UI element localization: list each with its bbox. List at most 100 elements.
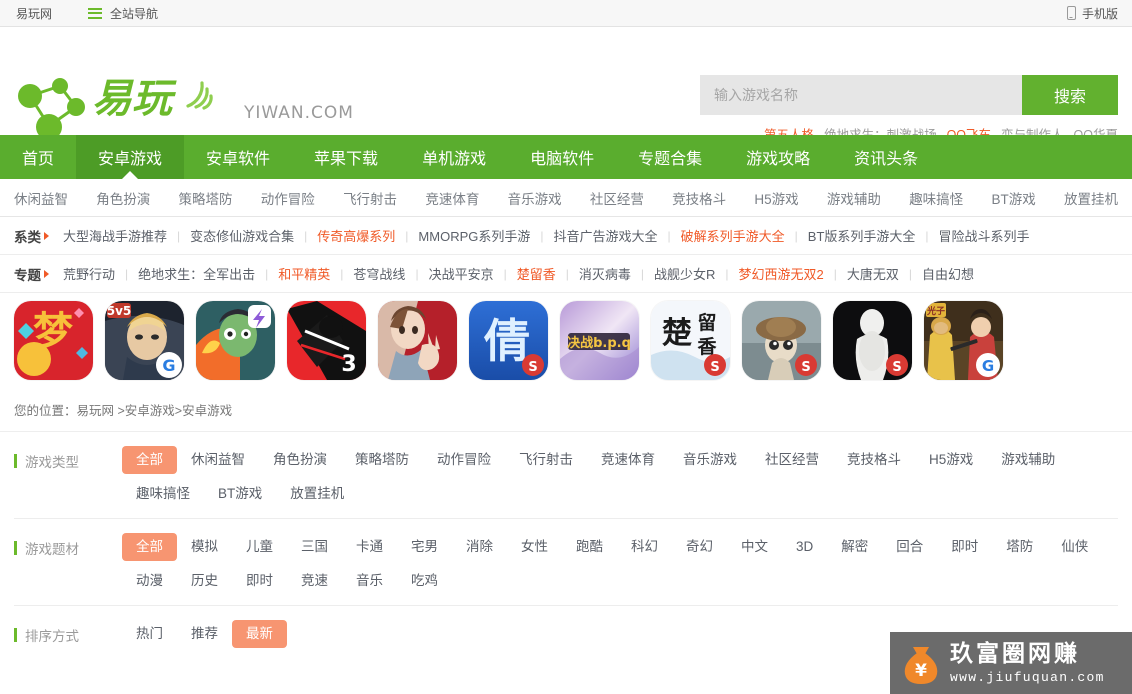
search-input[interactable] <box>700 75 1022 115</box>
series-item-7[interactable]: 冒险战斗系列手 <box>929 226 1040 245</box>
filter-option-type-7[interactable]: 音乐游戏 <box>669 446 751 474</box>
nav-item-single-games[interactable]: 单机游戏 <box>400 135 508 179</box>
mobile-version-link[interactable]: 手机版 <box>1066 5 1118 22</box>
subnav-item-11[interactable]: 趣味搞怪 <box>909 188 963 208</box>
subnav-item-10[interactable]: 游戏辅助 <box>827 188 881 208</box>
global-nav-link[interactable]: 全站导航 <box>88 5 158 22</box>
filter-option-theme-12[interactable]: 3D <box>782 533 827 561</box>
filter-option-type-12[interactable]: 趣味搞怪 <box>122 480 204 508</box>
game-icon-identity-v-girl[interactable]: S <box>742 301 821 380</box>
game-icon-juezhan[interactable]: 决战b.p.q <box>560 301 639 380</box>
filter-option-theme-16[interactable]: 塔防 <box>992 533 1047 561</box>
topic-item-10[interactable]: 自由幻想 <box>912 264 984 283</box>
topic-item-7[interactable]: 战舰少女R <box>644 264 725 283</box>
filter-option-theme-8[interactable]: 跑酷 <box>562 533 617 561</box>
game-icon-qiannv-youhun[interactable]: 倩 S <box>469 301 548 380</box>
filter-option-type-8[interactable]: 社区经营 <box>751 446 833 474</box>
topic-item-5[interactable]: 楚留香 <box>507 264 566 283</box>
filter-option-type-6[interactable]: 竞速体育 <box>587 446 669 474</box>
subnav-item-9[interactable]: H5游戏 <box>754 188 798 208</box>
filter-option-theme-15[interactable]: 即时 <box>937 533 992 561</box>
topic-item-4[interactable]: 决战平安京 <box>419 264 504 283</box>
filter-option-type-1[interactable]: 休闲益智 <box>177 446 259 474</box>
series-item-4[interactable]: 抖音广告游戏大全 <box>544 226 668 245</box>
filter-option-theme-22[interactable]: 音乐 <box>342 567 397 595</box>
game-icon-ninja-3[interactable]: 3 <box>287 301 366 380</box>
topic-item-9[interactable]: 大唐无双 <box>837 264 909 283</box>
filter-option-theme-4[interactable]: 卡通 <box>342 533 397 561</box>
filter-option-theme-21[interactable]: 竞速 <box>287 567 342 595</box>
filter-option-type-2[interactable]: 角色扮演 <box>259 446 341 474</box>
subnav-item-7[interactable]: 社区经营 <box>590 188 644 208</box>
topic-item-6[interactable]: 消灭病毒 <box>569 264 641 283</box>
nav-item-news[interactable]: 资讯头条 <box>832 135 940 179</box>
game-icon-ghost-figure[interactable]: S <box>833 301 912 380</box>
series-item-2[interactable]: 传奇高爆系列 <box>307 226 405 245</box>
filter-option-theme-20[interactable]: 即时 <box>232 567 287 595</box>
filter-option-theme-6[interactable]: 消除 <box>452 533 507 561</box>
nav-item-android-apps[interactable]: 安卓软件 <box>184 135 292 179</box>
game-icon-meng-rpg[interactable]: 梦 <box>14 301 93 380</box>
topic-item-3[interactable]: 苍穹战线 <box>343 264 415 283</box>
subnav-item-5[interactable]: 竞速体育 <box>425 188 479 208</box>
nav-item-game-guides[interactable]: 游戏攻略 <box>724 135 832 179</box>
filter-option-theme-9[interactable]: 科幻 <box>617 533 672 561</box>
sort-option-hot[interactable]: 热门 <box>122 620 177 648</box>
filter-option-theme-5[interactable]: 宅男 <box>397 533 452 561</box>
filter-option-theme-0[interactable]: 全部 <box>122 533 177 561</box>
filter-option-theme-23[interactable]: 吃鸡 <box>397 567 452 595</box>
game-icon-chuliuxiang[interactable]: 楚 留 香 S <box>651 301 730 380</box>
nav-item-pc-software[interactable]: 电脑软件 <box>508 135 616 179</box>
filter-option-type-10[interactable]: H5游戏 <box>915 446 987 474</box>
filter-option-theme-11[interactable]: 中文 <box>727 533 782 561</box>
search-button[interactable]: 搜索 <box>1022 75 1118 115</box>
filter-option-type-11[interactable]: 游戏辅助 <box>987 446 1069 474</box>
filter-option-type-4[interactable]: 动作冒险 <box>423 446 505 474</box>
filter-option-theme-10[interactable]: 奇幻 <box>672 533 727 561</box>
game-icon-wangzhe-rongyao[interactable]: 5v5 G <box>105 301 184 380</box>
filter-option-theme-18[interactable]: 动漫 <box>122 567 177 595</box>
filter-option-theme-13[interactable]: 解密 <box>827 533 882 561</box>
series-item-6[interactable]: BT版系列手游大全 <box>798 226 926 245</box>
subnav-item-2[interactable]: 策略塔防 <box>179 188 233 208</box>
subnav-item-4[interactable]: 飞行射击 <box>343 188 397 208</box>
topbar-site-name[interactable]: 易玩网 <box>16 5 52 22</box>
nav-item-home[interactable]: 首页 <box>0 135 76 179</box>
subnav-item-12[interactable]: BT游戏 <box>991 188 1035 208</box>
filter-option-type-0[interactable]: 全部 <box>122 446 177 474</box>
topic-item-2[interactable]: 和平精英 <box>268 264 340 283</box>
subnav-item-8[interactable]: 竞技格斗 <box>672 188 726 208</box>
filter-option-type-13[interactable]: BT游戏 <box>204 480 276 508</box>
series-item-1[interactable]: 变态修仙游戏合集 <box>180 226 304 245</box>
nav-item-ios-download[interactable]: 苹果下载 <box>292 135 400 179</box>
topic-item-8[interactable]: 梦幻西游无双2 <box>729 264 834 283</box>
filter-option-type-3[interactable]: 策略塔防 <box>341 446 423 474</box>
series-item-0[interactable]: 大型海战手游推荐 <box>53 226 177 245</box>
subnav-item-6[interactable]: 音乐游戏 <box>508 188 562 208</box>
topic-item-0[interactable]: 荒野行动 <box>53 264 125 283</box>
filter-option-type-9[interactable]: 竞技格斗 <box>833 446 915 474</box>
filter-option-theme-14[interactable]: 回合 <box>882 533 937 561</box>
nav-item-android-games[interactable]: 安卓游戏 <box>76 135 185 179</box>
filter-option-theme-2[interactable]: 儿童 <box>232 533 287 561</box>
filter-option-theme-7[interactable]: 女性 <box>507 533 562 561</box>
filter-option-theme-19[interactable]: 历史 <box>177 567 232 595</box>
subnav-item-0[interactable]: 休闲益智 <box>14 188 68 208</box>
game-icon-anime-boy[interactable] <box>378 301 457 380</box>
subnav-item-1[interactable]: 角色扮演 <box>96 188 150 208</box>
series-item-5[interactable]: 破解系列手游大全 <box>671 226 795 245</box>
filter-option-theme-1[interactable]: 模拟 <box>177 533 232 561</box>
filter-option-type-14[interactable]: 放置挂机 <box>276 480 358 508</box>
filter-option-type-5[interactable]: 飞行射击 <box>505 446 587 474</box>
series-item-3[interactable]: MMORPG系列手游 <box>408 226 540 245</box>
filter-option-theme-17[interactable]: 仙侠 <box>1047 533 1102 561</box>
sort-option-newest[interactable]: 最新 <box>232 620 287 648</box>
subnav-item-3[interactable]: 动作冒险 <box>261 188 315 208</box>
filter-option-theme-3[interactable]: 三国 <box>287 533 342 561</box>
game-icon-fire-boy[interactable] <box>196 301 275 380</box>
nav-item-topic-collection[interactable]: 专题合集 <box>616 135 724 179</box>
topic-item-1[interactable]: 绝地求生：全军出击 <box>128 264 265 283</box>
subnav-item-13[interactable]: 放置挂机 <box>1064 188 1118 208</box>
game-icon-pubg-mobile[interactable]: 光子 G <box>924 301 1003 380</box>
sort-option-recommended[interactable]: 推荐 <box>177 620 232 648</box>
